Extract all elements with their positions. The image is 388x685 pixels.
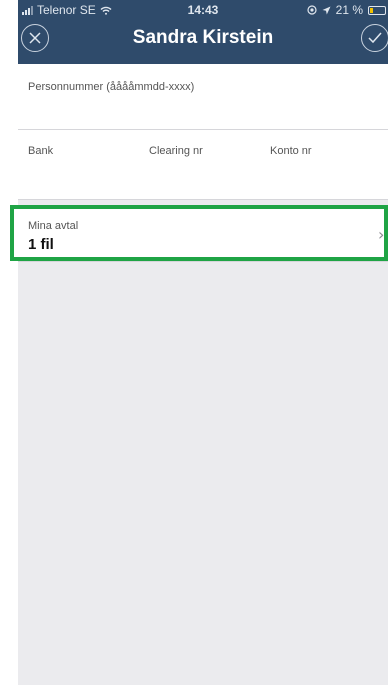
app-screen: Telenor SE 14:43 21 % Sandra Kirstein Pe… bbox=[18, 0, 388, 685]
checkmark-icon bbox=[368, 32, 382, 44]
personnummer-field[interactable]: Personnummer (ååååmmdd-xxxx) bbox=[18, 64, 388, 130]
personnummer-label: Personnummer (ååååmmdd-xxxx) bbox=[28, 81, 195, 93]
clearing-field[interactable]: Clearing nr bbox=[149, 145, 203, 157]
konto-field[interactable]: Konto nr bbox=[270, 145, 312, 157]
status-bar: Telenor SE 14:43 21 % bbox=[18, 0, 388, 20]
contracts-row[interactable]: Mina avtal 1 fil › bbox=[18, 206, 388, 262]
battery-icon bbox=[368, 5, 386, 15]
contracts-label: Mina avtal bbox=[28, 220, 79, 232]
profile-form: Personnummer (ååååmmdd-xxxx) Bank Cleari… bbox=[18, 64, 388, 200]
page-title: Sandra Kirstein bbox=[132, 27, 274, 48]
battery-percent: 21 % bbox=[335, 3, 363, 17]
bank-account-row: Bank Clearing nr Konto nr bbox=[18, 130, 388, 200]
location-arrow-icon bbox=[322, 6, 331, 14]
battery-level bbox=[370, 7, 373, 13]
contracts-value: 1 fil bbox=[28, 236, 54, 253]
chevron-right-icon: › bbox=[378, 225, 385, 244]
bank-field[interactable]: Bank bbox=[28, 145, 53, 157]
location-lock-icon bbox=[307, 5, 317, 15]
navigation-header: Telenor SE 14:43 21 % Sandra Kirstein bbox=[18, 0, 388, 64]
confirm-button[interactable] bbox=[361, 24, 388, 52]
status-right: 21 % bbox=[307, 3, 386, 17]
